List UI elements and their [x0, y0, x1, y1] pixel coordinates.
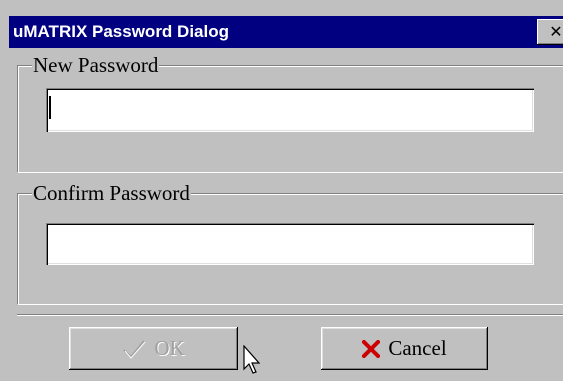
confirm-password-input[interactable] — [46, 223, 534, 265]
cancel-button[interactable]: Cancel — [321, 327, 488, 370]
close-button[interactable]: ✕ — [537, 19, 563, 45]
mouse-pointer-icon — [243, 344, 263, 375]
new-password-group: New Password — [17, 53, 563, 172]
check-icon — [122, 338, 146, 360]
title-bar[interactable]: uMATRIX Password Dialog — [9, 16, 563, 48]
cancel-label: Cancel — [388, 336, 447, 360]
text-caret — [49, 96, 51, 119]
password-dialog: uMATRIX Password Dialog ✕ New Password C… — [0, 0, 563, 381]
confirm-password-group: Confirm Password — [17, 181, 563, 304]
ok-button[interactable]: OK — [69, 327, 238, 370]
close-icon: ✕ — [549, 22, 563, 41]
window-title: uMATRIX Password Dialog — [13, 22, 229, 41]
ok-label: OK — [154, 336, 185, 360]
x-icon — [362, 339, 381, 358]
confirm-password-label: Confirm Password — [32, 181, 191, 205]
new-password-label: New Password — [32, 53, 160, 77]
button-bar-divider — [17, 314, 563, 316]
new-password-input[interactable] — [46, 88, 534, 132]
